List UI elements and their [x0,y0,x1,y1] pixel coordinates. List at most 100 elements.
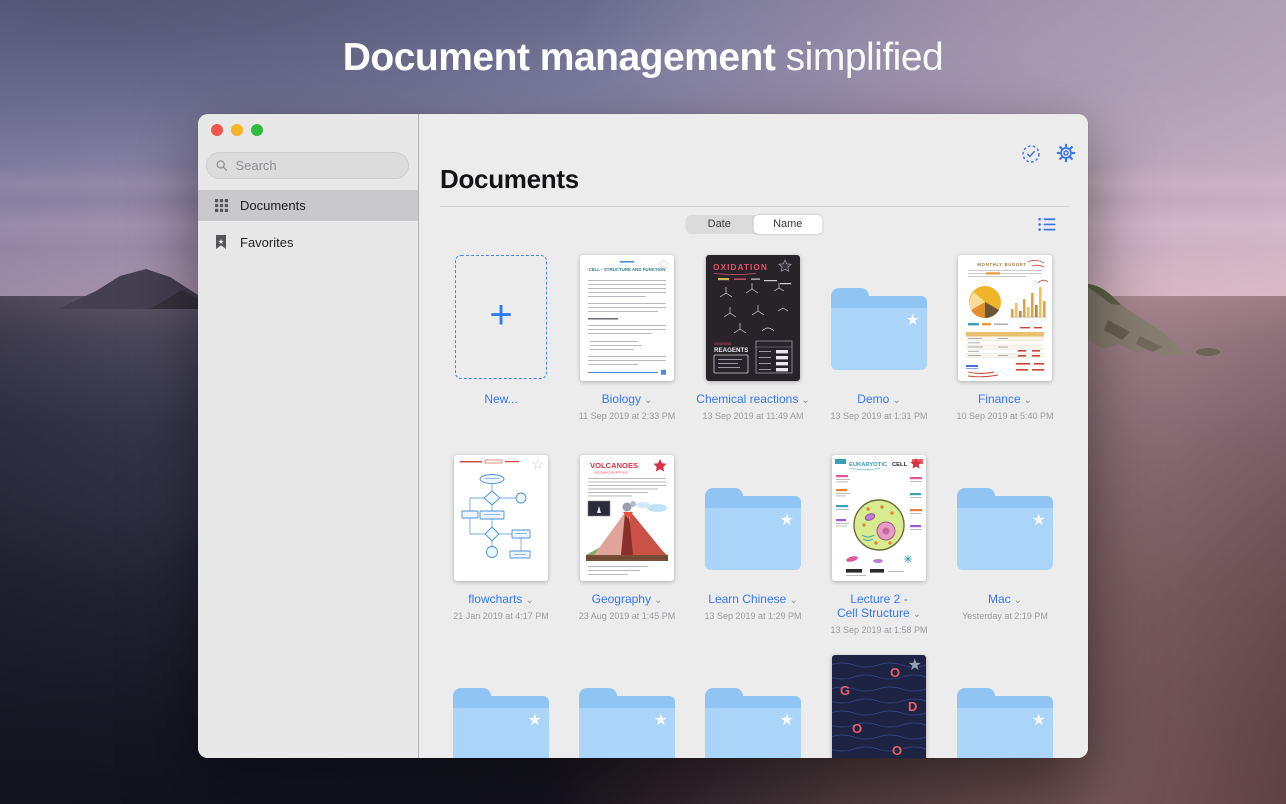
folder-thumbnail: ★ [579,688,675,758]
favorite-star-icon: ★ [780,710,794,730]
favorite-star-icon: ★ [906,310,920,330]
tile-lecture-2-cell-structure[interactable]: EUKARYOTIC CELL [816,455,942,635]
svg-text:OXIDATION: OXIDATION [713,262,768,272]
close-button[interactable] [211,124,223,136]
chevron-down-icon: ⌄ [789,595,797,606]
tile-folder[interactable]: ★ [438,655,564,758]
tile-folder[interactable]: ★ [564,655,690,758]
tile-label[interactable]: Finance⌄ [942,392,1068,408]
folder-thumbnail: ★ [705,688,801,758]
tile-flowcharts[interactable]: ☆ flowcharts⌄ 21 Jan 2019 at 4:17 PM [438,455,564,621]
tile-date: 10 Sep 2019 at 5:40 PM [942,411,1068,421]
svg-text:D: D [908,699,917,714]
svg-text:O: O [892,743,902,758]
search-field[interactable] [206,152,409,179]
document-thumbnail: OXIDATION OXIDISING REAGENT [706,255,800,381]
favorite-star-icon: ★ [1032,710,1046,730]
main-content: Documents Date Name + [419,114,1088,758]
gear-icon [1056,143,1076,163]
tile-chemical-reactions[interactable]: OXIDATION OXIDISING REAGENT [690,255,816,421]
tile-date: 13 Sep 2019 at 1:31 PM [816,411,942,421]
tile-date: 13 Sep 2019 at 1:58 PM [816,625,942,635]
tile-folder[interactable]: ★ [942,655,1068,758]
notebook-cover-thumbnail: G O D O O ★ [832,655,926,758]
folder-thumbnail: ★ [831,288,927,370]
minimize-button[interactable] [231,124,243,136]
tile-date: 13 Sep 2019 at 11:49 AM [690,411,816,421]
svg-text:CELL - STRUCTURE AND FUNCTION: CELL - STRUCTURE AND FUNCTION [589,267,666,272]
sidebar-item-documents[interactable]: Documents [198,190,418,221]
folder-thumbnail: ★ [957,688,1053,758]
tile-date: 13 Sep 2019 at 1:29 PM [690,611,816,621]
svg-text:REAGENTS: REAGENTS [714,347,748,354]
favorite-star-icon: ☆ [657,256,670,273]
tile-date: Yesterday at 2:19 PM [942,611,1068,621]
favorite-star-icon: ★ [654,710,668,730]
plus-icon: + [489,295,512,335]
hero-title-light: simplified [775,36,943,79]
tile-finance[interactable]: MONTHLY BUDGET [942,255,1068,421]
chevron-down-icon: ⌄ [1024,395,1032,406]
tile-label[interactable]: Learn Chinese⌄ [690,592,816,608]
tile-notebook-cover[interactable]: G O D O O ★ [816,655,942,758]
chevron-down-icon: ⌄ [525,595,533,606]
list-view-icon [1038,217,1056,232]
tile-new-document[interactable]: + New... [438,255,564,406]
tile-folder-mac[interactable]: ★ Mac⌄ Yesterday at 2:19 PM [942,455,1068,621]
bookmark-star-icon: ★ [214,235,228,250]
app-window: Documents ★ Favorites [198,114,1088,758]
favorite-star-icon: ★ [1032,510,1046,530]
svg-text:VOLCANOES: VOLCANOES [590,461,638,470]
tile-folder[interactable]: ★ [690,655,816,758]
sort-by-date-segment[interactable]: Date [685,215,754,234]
tile-geography[interactable]: VOLCANOES VOLCANIC ERUPTIONS [564,455,690,621]
svg-text:★: ★ [218,238,224,246]
document-thumbnail: EUKARYOTIC CELL [832,455,926,581]
favorite-star-icon: ★ [780,510,794,530]
zoom-button[interactable] [251,124,263,136]
favorite-star-icon: ★ [908,655,922,675]
documents-grid-icon [214,199,228,212]
list-view-button[interactable] [1038,217,1056,232]
svg-text:EUKARYOTIC: EUKARYOTIC [849,462,888,468]
svg-text:OXIDISING: OXIDISING [714,342,732,346]
tile-biology[interactable]: CELL - STRUCTURE AND FUNCTION ☆ [564,255,690,421]
tile-label[interactable]: New... [438,392,564,406]
tile-label[interactable]: Lecture 2 - Cell Structure⌄ [816,592,942,622]
tile-label[interactable]: Mac⌄ [942,592,1068,608]
tile-label[interactable]: Geography⌄ [564,592,690,608]
hero-title-bold: Document management [343,36,776,79]
document-thumbnail: ☆ [454,455,548,581]
sidebar-item-label: Documents [240,198,306,213]
tile-date: 23 Aug 2019 at 1:45 PM [564,611,690,621]
svg-text:CELL: CELL [892,462,908,468]
sort-segmented-control: Date Name [685,215,822,234]
svg-text:VOLCANIC ERUPTIONS: VOLCANIC ERUPTIONS [594,471,628,475]
tile-label[interactable]: Biology⌄ [564,392,690,408]
tile-label[interactable]: Chemical reactions⌄ [690,392,816,408]
sort-by-name-segment[interactable]: Name [754,215,823,234]
document-thumbnail: VOLCANOES VOLCANIC ERUPTIONS [580,455,674,581]
tile-label[interactable]: flowcharts⌄ [438,592,564,608]
search-input[interactable] [233,157,399,174]
traffic-lights [211,124,263,136]
document-thumbnail: CELL - STRUCTURE AND FUNCTION ☆ [580,255,674,381]
chevron-down-icon: ⌄ [654,595,662,606]
svg-text:MONTHLY BUDGET: MONTHLY BUDGET [977,262,1026,267]
tile-folder-learn-chinese[interactable]: ★ Learn Chinese⌄ 13 Sep 2019 at 1:29 PM [690,455,816,621]
checklist-button[interactable] [1021,144,1041,164]
new-document-dropzone[interactable]: + [455,255,547,379]
divider [440,206,1069,207]
favorite-star-icon: ★ [528,710,542,730]
sidebar-item-favorites[interactable]: ★ Favorites [198,227,418,258]
tile-date: 21 Jan 2019 at 4:17 PM [438,611,564,621]
hero-title: Document management simplified [0,36,1286,80]
folder-thumbnail: ★ [705,488,801,570]
folder-thumbnail: ★ [453,688,549,758]
settings-button[interactable] [1056,143,1076,163]
folder-thumbnail: ★ [957,488,1053,570]
check-circle-dashed-icon [1021,144,1041,164]
tile-folder-demo[interactable]: ★ Demo⌄ 13 Sep 2019 at 1:31 PM [816,255,942,421]
tile-label[interactable]: Demo⌄ [816,392,942,408]
svg-text:O: O [890,665,900,680]
